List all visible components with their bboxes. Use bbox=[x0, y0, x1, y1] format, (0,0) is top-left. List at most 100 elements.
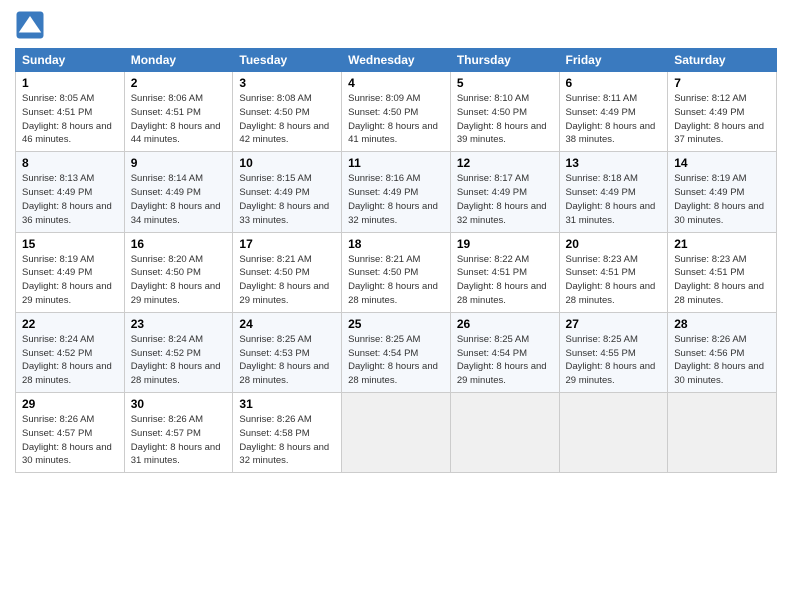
week-row-3: 15 Sunrise: 8:19 AMSunset: 4:49 PMDaylig… bbox=[16, 232, 777, 312]
day-detail: Sunrise: 8:12 AMSunset: 4:49 PMDaylight:… bbox=[674, 93, 764, 145]
day-cell-4: 4 Sunrise: 8:09 AMSunset: 4:50 PMDayligh… bbox=[342, 72, 451, 152]
day-cell-17: 17 Sunrise: 8:21 AMSunset: 4:50 PMDaylig… bbox=[233, 232, 342, 312]
day-number: 16 bbox=[131, 237, 227, 251]
empty-cell bbox=[559, 393, 668, 473]
day-number: 27 bbox=[566, 317, 662, 331]
weekday-header-sunday: Sunday bbox=[16, 49, 125, 72]
weekday-header-thursday: Thursday bbox=[450, 49, 559, 72]
weekday-header-saturday: Saturday bbox=[668, 49, 777, 72]
day-cell-9: 9 Sunrise: 8:14 AMSunset: 4:49 PMDayligh… bbox=[124, 152, 233, 232]
day-detail: Sunrise: 8:26 AMSunset: 4:57 PMDaylight:… bbox=[131, 414, 221, 466]
day-detail: Sunrise: 8:24 AMSunset: 4:52 PMDaylight:… bbox=[22, 334, 112, 386]
day-detail: Sunrise: 8:09 AMSunset: 4:50 PMDaylight:… bbox=[348, 93, 438, 145]
day-cell-2: 2 Sunrise: 8:06 AMSunset: 4:51 PMDayligh… bbox=[124, 72, 233, 152]
day-detail: Sunrise: 8:23 AMSunset: 4:51 PMDaylight:… bbox=[674, 254, 764, 306]
day-detail: Sunrise: 8:18 AMSunset: 4:49 PMDaylight:… bbox=[566, 173, 656, 225]
day-detail: Sunrise: 8:08 AMSunset: 4:50 PMDaylight:… bbox=[239, 93, 329, 145]
day-number: 6 bbox=[566, 76, 662, 90]
day-number: 4 bbox=[348, 76, 444, 90]
header bbox=[15, 10, 777, 40]
day-detail: Sunrise: 8:26 AMSunset: 4:57 PMDaylight:… bbox=[22, 414, 112, 466]
day-detail: Sunrise: 8:05 AMSunset: 4:51 PMDaylight:… bbox=[22, 93, 112, 145]
day-number: 13 bbox=[566, 156, 662, 170]
day-number: 19 bbox=[457, 237, 553, 251]
day-detail: Sunrise: 8:17 AMSunset: 4:49 PMDaylight:… bbox=[457, 173, 547, 225]
day-detail: Sunrise: 8:06 AMSunset: 4:51 PMDaylight:… bbox=[131, 93, 221, 145]
day-detail: Sunrise: 8:14 AMSunset: 4:49 PMDaylight:… bbox=[131, 173, 221, 225]
day-detail: Sunrise: 8:26 AMSunset: 4:58 PMDaylight:… bbox=[239, 414, 329, 466]
day-number: 7 bbox=[674, 76, 770, 90]
day-number: 15 bbox=[22, 237, 118, 251]
weekday-header-monday: Monday bbox=[124, 49, 233, 72]
day-number: 20 bbox=[566, 237, 662, 251]
day-number: 3 bbox=[239, 76, 335, 90]
day-detail: Sunrise: 8:15 AMSunset: 4:49 PMDaylight:… bbox=[239, 173, 329, 225]
day-detail: Sunrise: 8:25 AMSunset: 4:53 PMDaylight:… bbox=[239, 334, 329, 386]
day-cell-10: 10 Sunrise: 8:15 AMSunset: 4:49 PMDaylig… bbox=[233, 152, 342, 232]
day-detail: Sunrise: 8:10 AMSunset: 4:50 PMDaylight:… bbox=[457, 93, 547, 145]
day-cell-23: 23 Sunrise: 8:24 AMSunset: 4:52 PMDaylig… bbox=[124, 312, 233, 392]
day-number: 12 bbox=[457, 156, 553, 170]
empty-cell bbox=[668, 393, 777, 473]
day-number: 29 bbox=[22, 397, 118, 411]
day-cell-7: 7 Sunrise: 8:12 AMSunset: 4:49 PMDayligh… bbox=[668, 72, 777, 152]
day-number: 26 bbox=[457, 317, 553, 331]
empty-cell bbox=[450, 393, 559, 473]
day-number: 18 bbox=[348, 237, 444, 251]
day-detail: Sunrise: 8:25 AMSunset: 4:54 PMDaylight:… bbox=[348, 334, 438, 386]
day-cell-1: 1 Sunrise: 8:05 AMSunset: 4:51 PMDayligh… bbox=[16, 72, 125, 152]
day-cell-15: 15 Sunrise: 8:19 AMSunset: 4:49 PMDaylig… bbox=[16, 232, 125, 312]
day-cell-29: 29 Sunrise: 8:26 AMSunset: 4:57 PMDaylig… bbox=[16, 393, 125, 473]
weekday-header-tuesday: Tuesday bbox=[233, 49, 342, 72]
day-number: 2 bbox=[131, 76, 227, 90]
day-number: 25 bbox=[348, 317, 444, 331]
logo bbox=[15, 10, 49, 40]
day-detail: Sunrise: 8:24 AMSunset: 4:52 PMDaylight:… bbox=[131, 334, 221, 386]
day-detail: Sunrise: 8:20 AMSunset: 4:50 PMDaylight:… bbox=[131, 254, 221, 306]
day-number: 1 bbox=[22, 76, 118, 90]
day-cell-25: 25 Sunrise: 8:25 AMSunset: 4:54 PMDaylig… bbox=[342, 312, 451, 392]
day-detail: Sunrise: 8:19 AMSunset: 4:49 PMDaylight:… bbox=[674, 173, 764, 225]
day-detail: Sunrise: 8:21 AMSunset: 4:50 PMDaylight:… bbox=[348, 254, 438, 306]
day-cell-19: 19 Sunrise: 8:22 AMSunset: 4:51 PMDaylig… bbox=[450, 232, 559, 312]
day-detail: Sunrise: 8:19 AMSunset: 4:49 PMDaylight:… bbox=[22, 254, 112, 306]
day-cell-31: 31 Sunrise: 8:26 AMSunset: 4:58 PMDaylig… bbox=[233, 393, 342, 473]
day-detail: Sunrise: 8:25 AMSunset: 4:54 PMDaylight:… bbox=[457, 334, 547, 386]
day-number: 14 bbox=[674, 156, 770, 170]
calendar-table: SundayMondayTuesdayWednesdayThursdayFrid… bbox=[15, 48, 777, 473]
logo-icon bbox=[15, 10, 45, 40]
day-cell-30: 30 Sunrise: 8:26 AMSunset: 4:57 PMDaylig… bbox=[124, 393, 233, 473]
day-cell-3: 3 Sunrise: 8:08 AMSunset: 4:50 PMDayligh… bbox=[233, 72, 342, 152]
day-cell-26: 26 Sunrise: 8:25 AMSunset: 4:54 PMDaylig… bbox=[450, 312, 559, 392]
day-detail: Sunrise: 8:16 AMSunset: 4:49 PMDaylight:… bbox=[348, 173, 438, 225]
weekday-header-friday: Friday bbox=[559, 49, 668, 72]
day-detail: Sunrise: 8:22 AMSunset: 4:51 PMDaylight:… bbox=[457, 254, 547, 306]
day-detail: Sunrise: 8:25 AMSunset: 4:55 PMDaylight:… bbox=[566, 334, 656, 386]
day-number: 5 bbox=[457, 76, 553, 90]
day-cell-22: 22 Sunrise: 8:24 AMSunset: 4:52 PMDaylig… bbox=[16, 312, 125, 392]
day-cell-11: 11 Sunrise: 8:16 AMSunset: 4:49 PMDaylig… bbox=[342, 152, 451, 232]
day-number: 23 bbox=[131, 317, 227, 331]
day-detail: Sunrise: 8:11 AMSunset: 4:49 PMDaylight:… bbox=[566, 93, 656, 145]
day-cell-16: 16 Sunrise: 8:20 AMSunset: 4:50 PMDaylig… bbox=[124, 232, 233, 312]
day-detail: Sunrise: 8:13 AMSunset: 4:49 PMDaylight:… bbox=[22, 173, 112, 225]
day-cell-6: 6 Sunrise: 8:11 AMSunset: 4:49 PMDayligh… bbox=[559, 72, 668, 152]
day-number: 24 bbox=[239, 317, 335, 331]
day-cell-28: 28 Sunrise: 8:26 AMSunset: 4:56 PMDaylig… bbox=[668, 312, 777, 392]
empty-cell bbox=[342, 393, 451, 473]
day-cell-12: 12 Sunrise: 8:17 AMSunset: 4:49 PMDaylig… bbox=[450, 152, 559, 232]
day-number: 28 bbox=[674, 317, 770, 331]
week-row-5: 29 Sunrise: 8:26 AMSunset: 4:57 PMDaylig… bbox=[16, 393, 777, 473]
day-detail: Sunrise: 8:26 AMSunset: 4:56 PMDaylight:… bbox=[674, 334, 764, 386]
day-cell-8: 8 Sunrise: 8:13 AMSunset: 4:49 PMDayligh… bbox=[16, 152, 125, 232]
day-cell-27: 27 Sunrise: 8:25 AMSunset: 4:55 PMDaylig… bbox=[559, 312, 668, 392]
week-row-1: 1 Sunrise: 8:05 AMSunset: 4:51 PMDayligh… bbox=[16, 72, 777, 152]
day-number: 11 bbox=[348, 156, 444, 170]
day-number: 17 bbox=[239, 237, 335, 251]
day-detail: Sunrise: 8:21 AMSunset: 4:50 PMDaylight:… bbox=[239, 254, 329, 306]
day-number: 22 bbox=[22, 317, 118, 331]
day-cell-14: 14 Sunrise: 8:19 AMSunset: 4:49 PMDaylig… bbox=[668, 152, 777, 232]
week-row-4: 22 Sunrise: 8:24 AMSunset: 4:52 PMDaylig… bbox=[16, 312, 777, 392]
day-cell-21: 21 Sunrise: 8:23 AMSunset: 4:51 PMDaylig… bbox=[668, 232, 777, 312]
day-number: 30 bbox=[131, 397, 227, 411]
